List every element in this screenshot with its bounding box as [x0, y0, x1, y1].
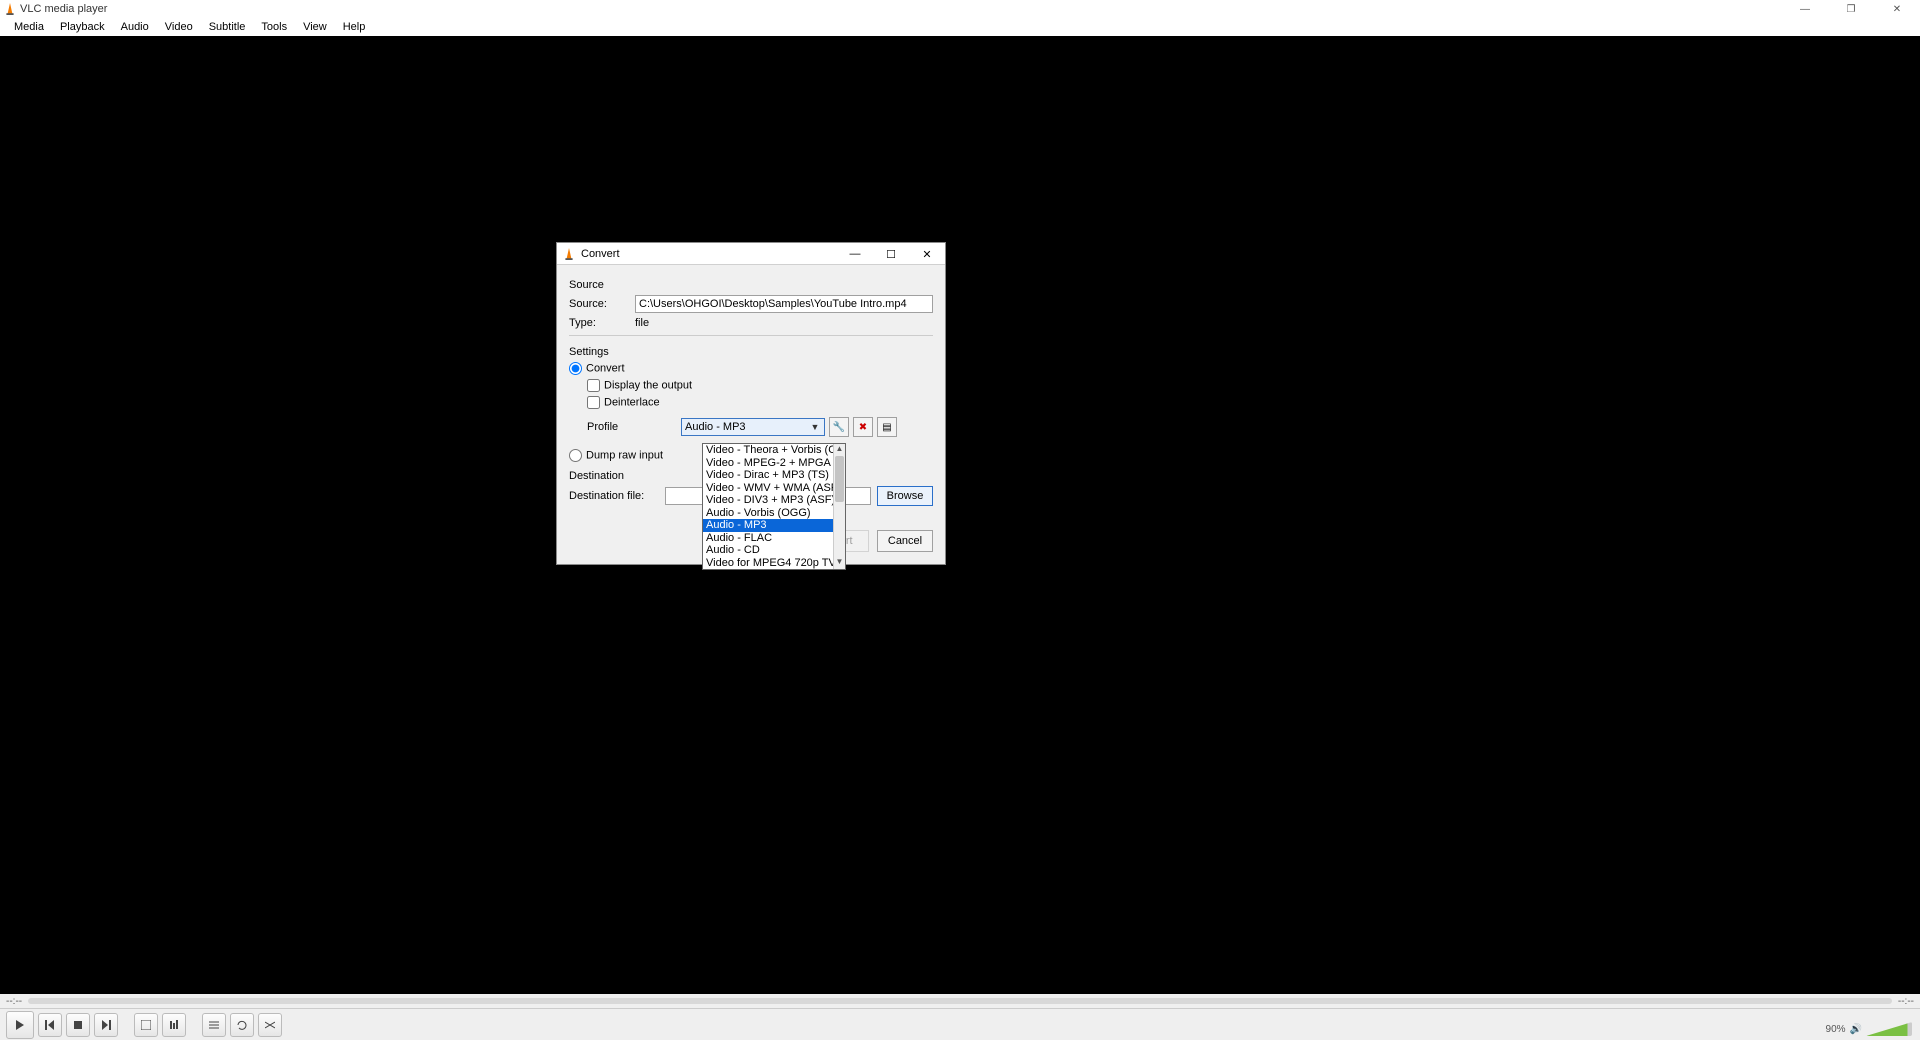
deinterlace-checkbox[interactable]: Deinterlace: [587, 396, 660, 409]
dialog-title: Convert: [581, 248, 620, 260]
profile-option[interactable]: Video - Theora + Vorbis (OGG): [703, 444, 845, 457]
profile-option[interactable]: Audio - CD: [703, 544, 845, 557]
chevron-down-icon: ▼: [808, 422, 822, 432]
time-elapsed: --:--: [6, 996, 22, 1007]
video-area: [0, 36, 1920, 1008]
profile-label: Profile: [569, 421, 681, 433]
playlist-button[interactable]: [202, 1013, 226, 1037]
menu-help[interactable]: Help: [335, 19, 374, 35]
delete-profile-button[interactable]: ✖: [853, 417, 873, 437]
next-button[interactable]: [94, 1013, 118, 1037]
menu-audio[interactable]: Audio: [113, 19, 157, 35]
profile-combobox[interactable]: Audio - MP3 ▼: [681, 418, 825, 436]
close-button[interactable]: ✕: [1874, 0, 1920, 18]
dialog-titlebar: Convert — ☐ ✕: [557, 243, 945, 265]
convert-radio[interactable]: Convert: [569, 362, 629, 375]
speaker-icon[interactable]: 🔊: [1850, 1024, 1862, 1035]
menu-playback[interactable]: Playback: [52, 19, 113, 35]
minimize-button[interactable]: —: [1782, 0, 1828, 18]
destination-label: Destination file:: [569, 490, 659, 502]
vlc-cone-icon: [563, 248, 575, 260]
edit-profile-button[interactable]: 🔧: [829, 417, 849, 437]
main-titlebar: VLC media player: [0, 0, 1920, 18]
menu-subtitle[interactable]: Subtitle: [201, 19, 254, 35]
dialog-close-button[interactable]: ✕: [909, 243, 945, 265]
cancel-button[interactable]: Cancel: [877, 530, 933, 552]
source-label: Source:: [569, 298, 629, 310]
settings-section-label: Settings: [569, 346, 933, 358]
seek-bar-row: --:-- --:--: [0, 994, 1920, 1008]
volume-area: 90% 🔊: [1826, 1022, 1912, 1036]
bottom-controls: 90% 🔊: [0, 1008, 1920, 1040]
volume-slider[interactable]: [1866, 1022, 1912, 1036]
delete-icon: ✖: [859, 422, 867, 433]
new-profile-button[interactable]: ▤: [877, 417, 897, 437]
profile-option[interactable]: Video - MPEG-2 + MPGA (TS): [703, 457, 845, 470]
profile-option[interactable]: Video - Dirac + MP3 (TS): [703, 469, 845, 482]
time-total: --:--: [1898, 996, 1914, 1007]
scroll-up-icon[interactable]: ▲: [834, 444, 845, 456]
profile-option[interactable]: Video - WMV + WMA (ASF): [703, 482, 845, 495]
dump-raw-radio[interactable]: Dump raw input: [569, 449, 663, 462]
type-value: file: [635, 317, 649, 329]
profile-option[interactable]: Video for MPEG4 720p TV/device: [703, 557, 845, 570]
maximize-button[interactable]: ❐: [1828, 0, 1874, 18]
menu-media[interactable]: Media: [6, 19, 52, 35]
seek-track[interactable]: [28, 998, 1892, 1004]
new-icon: ▤: [882, 422, 891, 433]
type-label: Type:: [569, 317, 629, 329]
scroll-down-icon[interactable]: ▼: [834, 557, 845, 569]
app-title: VLC media player: [20, 3, 107, 15]
dropdown-scrollbar[interactable]: ▲ ▼: [833, 444, 845, 569]
prev-button[interactable]: [38, 1013, 62, 1037]
display-output-checkbox[interactable]: Display the output: [587, 379, 692, 392]
vlc-cone-icon: [4, 3, 16, 15]
wrench-icon: 🔧: [833, 422, 845, 433]
loop-button[interactable]: [230, 1013, 254, 1037]
profile-dropdown-list[interactable]: Video - Theora + Vorbis (OGG)Video - MPE…: [702, 443, 846, 570]
scroll-thumb[interactable]: [835, 456, 844, 502]
shuffle-button[interactable]: [258, 1013, 282, 1037]
source-input[interactable]: [635, 295, 933, 313]
source-section-label: Source: [569, 279, 933, 291]
profile-option[interactable]: Audio - FLAC: [703, 532, 845, 545]
menu-view[interactable]: View: [295, 19, 335, 35]
menu-video[interactable]: Video: [157, 19, 201, 35]
profile-option[interactable]: Audio - Vorbis (OGG): [703, 507, 845, 520]
profile-option[interactable]: Audio - MP3: [703, 519, 845, 532]
ext-settings-button[interactable]: [162, 1013, 186, 1037]
menu-tools[interactable]: Tools: [253, 19, 295, 35]
fullscreen-button[interactable]: [134, 1013, 158, 1037]
dialog-minimize-button[interactable]: —: [837, 243, 873, 265]
play-button[interactable]: [6, 1011, 34, 1039]
stop-button[interactable]: [66, 1013, 90, 1037]
profile-selected: Audio - MP3: [685, 421, 746, 433]
dialog-maximize-button[interactable]: ☐: [873, 243, 909, 265]
main-window-controls: — ❐ ✕: [1782, 0, 1920, 18]
browse-button[interactable]: Browse: [877, 486, 933, 506]
profile-option[interactable]: Video - DIV3 + MP3 (ASF): [703, 494, 845, 507]
main-menubar: Media Playback Audio Video Subtitle Tool…: [0, 18, 1920, 36]
volume-percent: 90%: [1826, 1024, 1846, 1035]
